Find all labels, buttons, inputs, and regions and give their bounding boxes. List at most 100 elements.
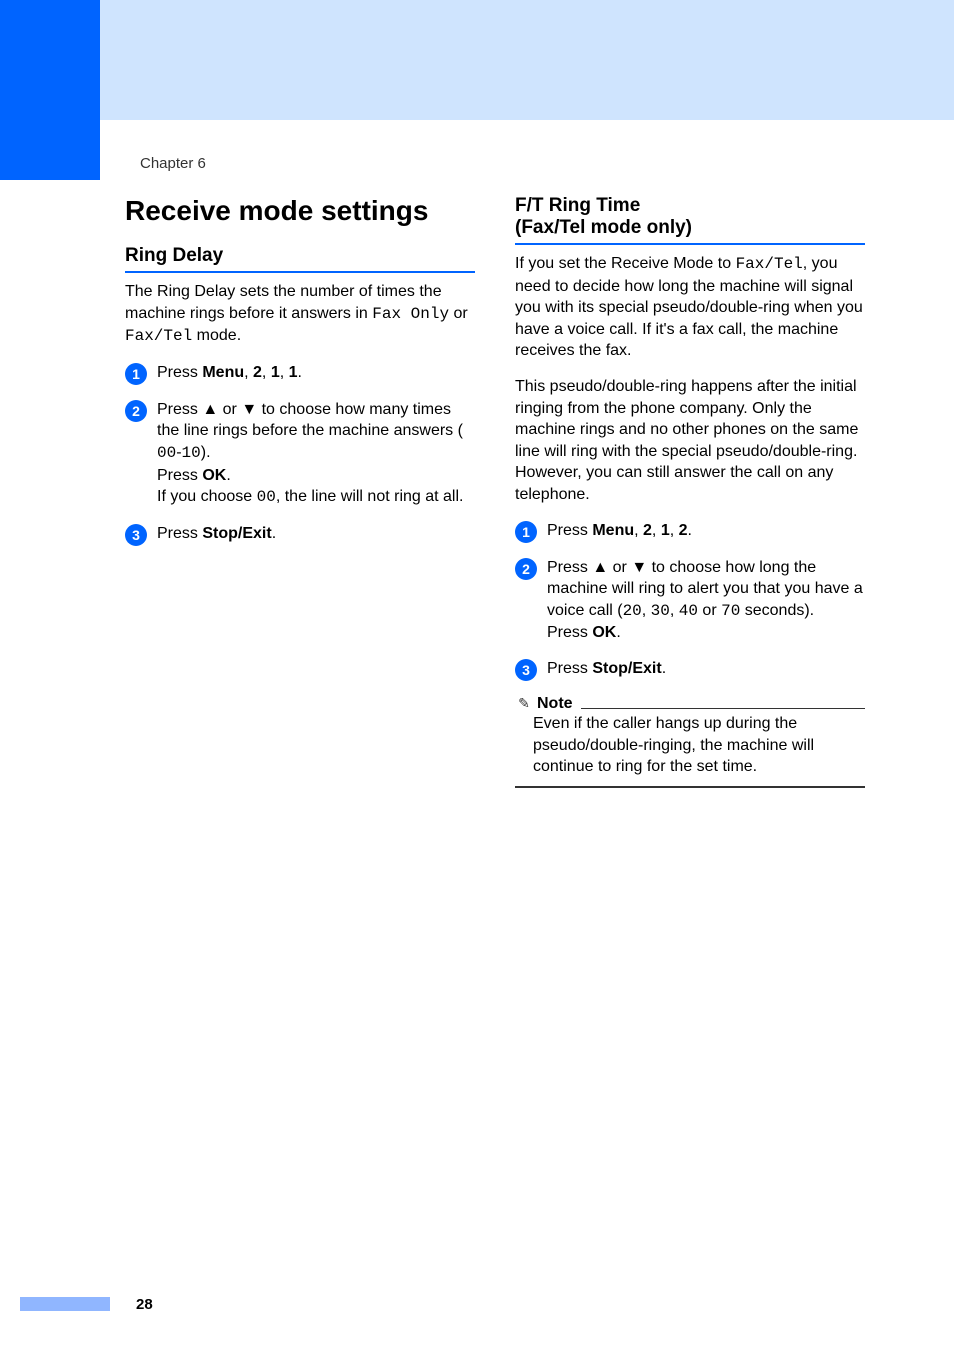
text: or xyxy=(218,401,241,418)
step-3: 3 Press Stop/Exit. xyxy=(515,658,865,681)
step-1: 1 Press Menu, 2, 1, 1. xyxy=(125,362,475,385)
ok-key: OK xyxy=(592,624,616,641)
code-70: 70 xyxy=(721,602,740,620)
step-number-icon: 3 xyxy=(125,524,147,546)
text: , xyxy=(262,364,271,381)
text: or xyxy=(698,602,721,619)
note-body: Even if the caller hangs up during the p… xyxy=(515,713,865,778)
chapter-label: Chapter 6 xyxy=(140,155,206,172)
down-arrow-icon: ▼ xyxy=(241,401,257,418)
code-30: 30 xyxy=(651,602,670,620)
down-arrow-icon: ▼ xyxy=(631,559,647,576)
stop-exit-key: Stop/Exit xyxy=(202,525,271,542)
heading-line2: (Fax/Tel mode only) xyxy=(515,217,692,238)
text: If you choose xyxy=(157,488,257,505)
text: . xyxy=(616,624,620,641)
code-00: 00 xyxy=(157,444,176,462)
text: , xyxy=(244,364,253,381)
step-1: 1 Press Menu, 2, 1, 2. xyxy=(515,520,865,543)
step-number-icon: 1 xyxy=(515,521,537,543)
note-icon: ✎ xyxy=(515,695,533,713)
text: , the line will not ring at all. xyxy=(276,488,464,505)
text: ). xyxy=(201,444,211,461)
text: Press xyxy=(547,559,592,576)
key-1b: 1 xyxy=(289,364,298,381)
text: Press xyxy=(157,525,202,542)
note-header: ✎ Note xyxy=(515,695,865,713)
step-text: Press Menu, 2, 1, 1. xyxy=(157,362,302,384)
ft-intro-1: If you set the Receive Mode to Fax/Tel, … xyxy=(515,253,865,362)
step-3: 3 Press Stop/Exit. xyxy=(125,523,475,546)
menu-key: Menu xyxy=(592,522,634,539)
ft-intro-2: This pseudo/double-ring happens after th… xyxy=(515,376,865,506)
step-2: 2 Press ▲ or ▼ to choose how long the ma… xyxy=(515,557,865,644)
step-text: Press Stop/Exit. xyxy=(547,658,666,680)
text: , xyxy=(652,522,661,539)
step-text: Press ▲ or ▼ to choose how many times th… xyxy=(157,399,475,509)
page-number-band xyxy=(20,1297,110,1311)
step-text: Press ▲ or ▼ to choose how long the mach… xyxy=(547,557,865,644)
text: . xyxy=(688,522,692,539)
step-number-icon: 3 xyxy=(515,659,537,681)
ft-steps: 1 Press Menu, 2, 1, 2. 2 Press ▲ or ▼ to… xyxy=(515,520,865,681)
text: , xyxy=(670,602,679,619)
key-1: 1 xyxy=(271,364,280,381)
text: Press xyxy=(157,364,202,381)
text: Press xyxy=(547,624,592,641)
code-00b: 00 xyxy=(257,488,276,506)
subsection-ring-delay: Ring Delay xyxy=(125,245,475,273)
note-rule-top xyxy=(581,708,865,709)
text: Press xyxy=(547,660,592,677)
text: , xyxy=(642,602,651,619)
code-fax-tel: Fax/Tel xyxy=(736,255,803,273)
page-number: 28 xyxy=(136,1296,153,1313)
text: If you set the Receive Mode to xyxy=(515,255,736,272)
up-arrow-icon: ▲ xyxy=(202,401,218,418)
ring-delay-steps: 1 Press Menu, 2, 1, 1. 2 Press ▲ or ▼ to… xyxy=(125,362,475,546)
stop-exit-key: Stop/Exit xyxy=(592,660,661,677)
text: seconds). xyxy=(740,602,814,619)
note-block: ✎ Note Even if the caller hangs up durin… xyxy=(515,695,865,788)
text: mode. xyxy=(192,327,241,344)
header-band xyxy=(0,0,954,120)
step-text: Press Menu, 2, 1, 2. xyxy=(547,520,692,542)
text: Press xyxy=(157,401,202,418)
text: , xyxy=(634,522,643,539)
step-2: 2 Press ▲ or ▼ to choose how many times … xyxy=(125,399,475,509)
key-2: 2 xyxy=(643,522,652,539)
subsection-ft-ring: F/T Ring Time (Fax/Tel mode only) xyxy=(515,195,865,245)
code-fax-tel: Fax/Tel xyxy=(125,327,192,345)
left-column: Receive mode settings Ring Delay The Rin… xyxy=(125,195,475,788)
text: or xyxy=(608,559,631,576)
code-fax-only: Fax Only xyxy=(372,305,449,323)
ring-delay-intro: The Ring Delay sets the number of times … xyxy=(125,281,475,348)
code-10: 10 xyxy=(182,444,201,462)
code-20: 20 xyxy=(623,602,642,620)
heading-line1: F/T Ring Time xyxy=(515,195,640,216)
note-rule-bottom xyxy=(515,786,865,788)
text: . xyxy=(226,467,230,484)
ok-key: OK xyxy=(202,467,226,484)
key-2b: 2 xyxy=(679,522,688,539)
key-1: 1 xyxy=(661,522,670,539)
code-40: 40 xyxy=(679,602,698,620)
text: Press xyxy=(547,522,592,539)
text: . xyxy=(662,660,666,677)
right-column: F/T Ring Time (Fax/Tel mode only) If you… xyxy=(515,195,865,788)
text: , xyxy=(670,522,679,539)
note-label: Note xyxy=(537,695,573,713)
text: Press xyxy=(157,467,202,484)
step-number-icon: 1 xyxy=(125,363,147,385)
text: . xyxy=(298,364,302,381)
header-block xyxy=(0,0,100,180)
text: or xyxy=(449,305,468,322)
step-number-icon: 2 xyxy=(515,558,537,580)
section-title: Receive mode settings xyxy=(125,195,475,227)
text: . xyxy=(272,525,276,542)
text: , xyxy=(280,364,289,381)
step-number-icon: 2 xyxy=(125,400,147,422)
menu-key: Menu xyxy=(202,364,244,381)
step-text: Press Stop/Exit. xyxy=(157,523,276,545)
up-arrow-icon: ▲ xyxy=(592,559,608,576)
content: Receive mode settings Ring Delay The Rin… xyxy=(125,195,865,788)
